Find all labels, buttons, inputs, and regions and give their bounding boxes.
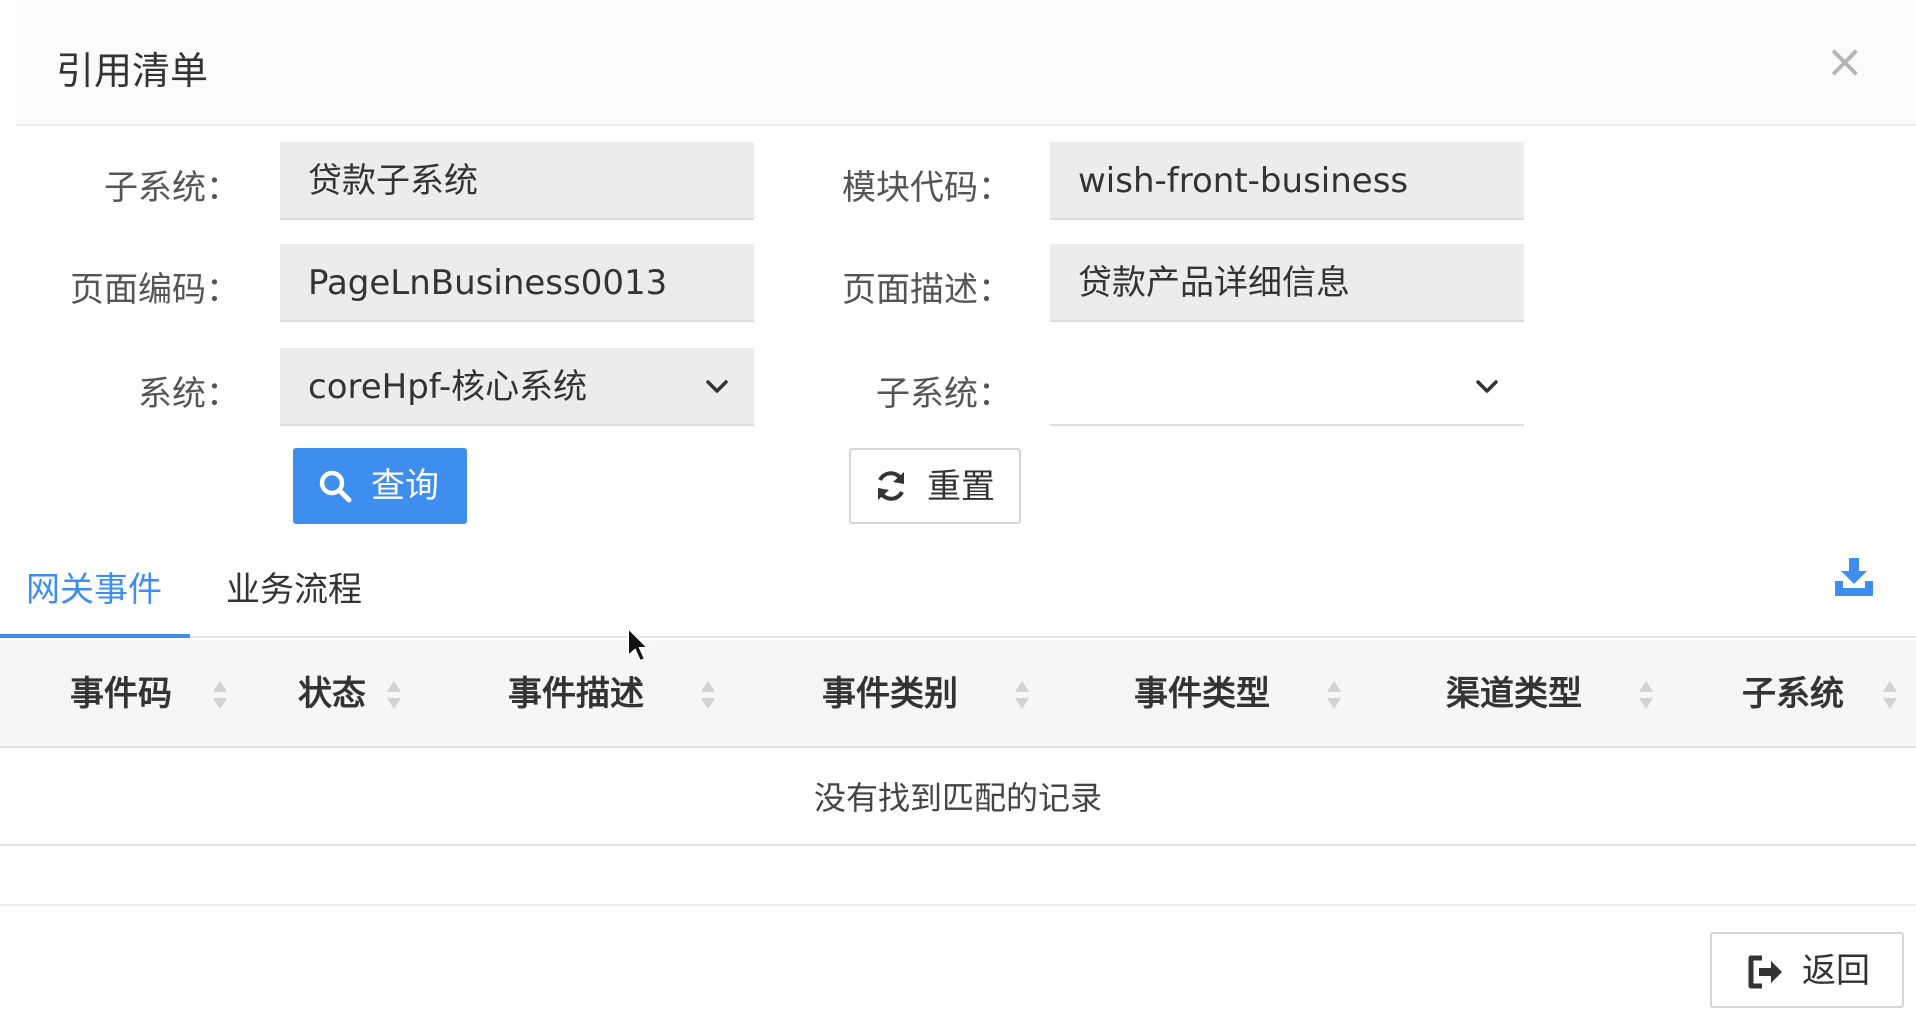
- system-select-value: coreHpf-核心系统: [308, 367, 588, 407]
- download-icon[interactable]: [1832, 556, 1876, 600]
- refresh-icon: [873, 468, 909, 504]
- page-code-field[interactable]: PageLnBusiness0013: [280, 244, 754, 322]
- column-header-event-category[interactable]: 事件类别: [822, 640, 1029, 748]
- column-header-label: 事件码: [70, 674, 172, 714]
- column-header-status[interactable]: 状态: [298, 640, 401, 748]
- reference-list-dialog: 引用清单 × 子系统： 贷款子系统 模块代码： wish-front-busin…: [0, 0, 1916, 1032]
- sign-out-icon: [1746, 953, 1784, 991]
- column-header-label: 子系统: [1742, 674, 1844, 714]
- tab-business-process[interactable]: 业务流程: [226, 568, 362, 638]
- dialog-header: 引用清单 ×: [16, 0, 1916, 126]
- table-footer-row: [0, 848, 1916, 906]
- back-button-label: 返回: [1802, 951, 1870, 991]
- reset-button[interactable]: 重置: [849, 448, 1021, 524]
- system-label: 系统：: [138, 374, 240, 414]
- sort-icon: [1014, 680, 1030, 710]
- empty-table-message: 没有找到匹配的记录: [0, 750, 1916, 846]
- column-header-label: 状态: [298, 674, 366, 714]
- dialog-title: 引用清单: [56, 49, 209, 93]
- sort-icon: [1326, 680, 1342, 710]
- subsystem-label: 子系统：: [104, 168, 240, 208]
- subsystem-field[interactable]: 贷款子系统: [280, 142, 754, 220]
- tab-bar: 网关事件 业务流程: [0, 556, 1916, 638]
- system-select[interactable]: coreHpf-核心系统: [280, 348, 754, 426]
- page-desc-label: 页面描述：: [842, 270, 1012, 310]
- column-header-event-type[interactable]: 事件类型: [1134, 640, 1341, 748]
- column-header-label: 事件类别: [822, 674, 958, 714]
- column-header-event-code[interactable]: 事件码: [70, 640, 227, 748]
- search-icon: [317, 468, 353, 504]
- module-code-field[interactable]: wish-front-business: [1050, 142, 1524, 220]
- table-header: 事件码 状态 事件描述 事件类别 事件类型 渠道类型 子系统: [0, 640, 1916, 748]
- column-header-label: 渠道类型: [1446, 674, 1582, 714]
- close-icon[interactable]: ×: [1825, 38, 1864, 84]
- sort-icon: [212, 680, 228, 710]
- sort-icon: [700, 680, 716, 710]
- column-header-subsystem[interactable]: 子系统: [1742, 640, 1897, 748]
- sort-icon: [386, 680, 402, 710]
- column-header-channel-type[interactable]: 渠道类型: [1446, 640, 1653, 748]
- reset-button-label: 重置: [927, 467, 995, 507]
- chevron-down-icon: [704, 374, 730, 400]
- chevron-down-icon: [1474, 374, 1500, 400]
- subsystem-select-label: 子系统：: [876, 374, 1012, 414]
- sort-icon: [1638, 680, 1654, 710]
- page-code-label: 页面编码：: [70, 270, 240, 310]
- sort-icon: [1882, 680, 1898, 710]
- back-button[interactable]: 返回: [1710, 932, 1904, 1008]
- query-button-label: 查询: [371, 466, 439, 506]
- page-desc-field[interactable]: 贷款产品详细信息: [1050, 244, 1524, 322]
- tab-gateway-events[interactable]: 网关事件: [0, 568, 190, 638]
- column-header-event-desc[interactable]: 事件描述: [508, 640, 715, 748]
- module-code-label: 模块代码：: [842, 168, 1012, 208]
- mouse-cursor-icon: [626, 625, 651, 664]
- subsystem-select[interactable]: [1050, 348, 1524, 426]
- column-header-label: 事件类型: [1134, 674, 1270, 714]
- column-header-label: 事件描述: [508, 674, 644, 714]
- query-button[interactable]: 查询: [293, 448, 467, 524]
